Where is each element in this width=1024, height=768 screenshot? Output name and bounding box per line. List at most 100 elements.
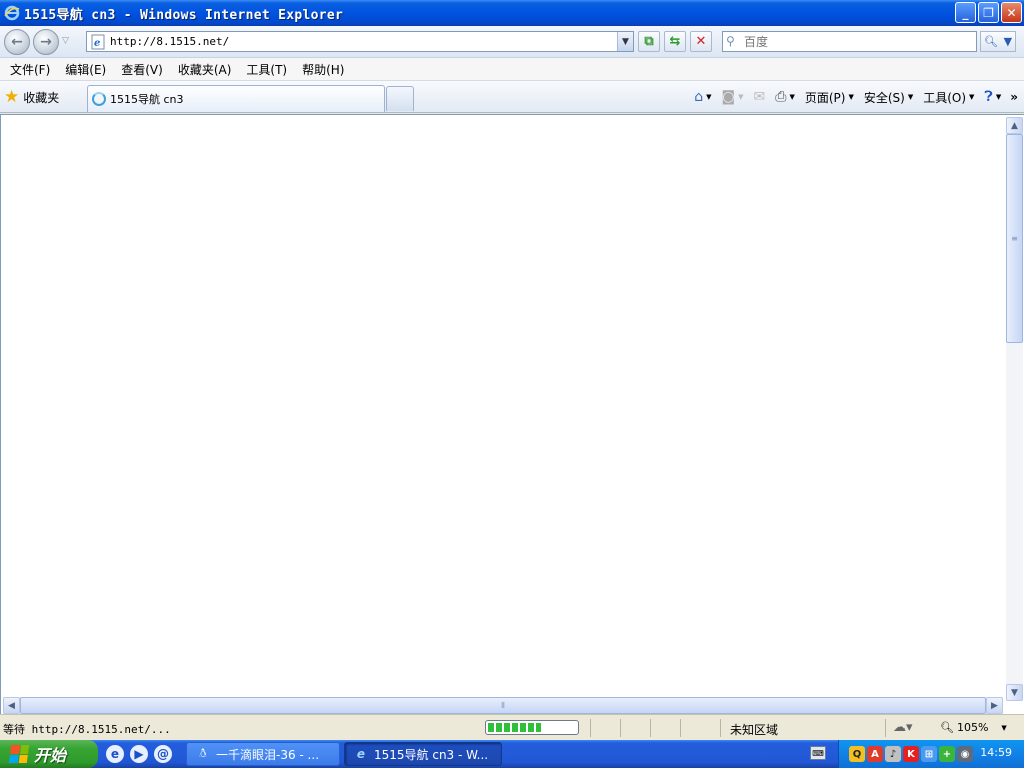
read-mail-button[interactable]: ✉	[751, 89, 769, 105]
print-dropdown-icon[interactable]: ▼	[789, 93, 794, 101]
page-menu-button[interactable]: 页面(P) ▼	[802, 89, 857, 106]
network-icon[interactable]: ⊞	[921, 746, 937, 762]
start-button[interactable]: 开始	[0, 740, 98, 768]
menu-favorites[interactable]: 收藏夹(A)	[178, 61, 232, 78]
status-bar: 等待 http://8.1515.net/... 未知区域 ☁▾ 🔍︎ 105%…	[0, 714, 1024, 740]
close-button[interactable]: ✕	[1001, 2, 1022, 23]
status-divider	[620, 719, 621, 737]
taskbar-item-chat[interactable]: 🐧︎ 一千滴眼泪-36 - ...	[186, 742, 340, 766]
zoom-dropdown-icon[interactable]: ▼	[1001, 724, 1006, 732]
security-shield-icon[interactable]: +	[939, 746, 955, 762]
address-dropdown-button[interactable]: ▼	[617, 32, 633, 51]
windows-flag-icon	[8, 745, 30, 763]
taskbar: 开始 e ▶ @ 🐧︎ 一千滴眼泪-36 - ... e 1515导航 cn3 …	[0, 740, 1024, 768]
qq-tray-icon[interactable]: Q	[849, 746, 865, 762]
page-menu-label: 页面(P)	[804, 90, 846, 105]
system-tray: Q A ♪ K ⊞ + ◉ 14:59	[838, 740, 1024, 768]
zoom-icon: 🔍︎	[940, 721, 954, 734]
update-icon[interactable]: ◉	[957, 746, 973, 762]
vertical-scroll-thumb[interactable]: ≡	[1006, 134, 1023, 343]
window-title: 1515导航 cn3 - Windows Internet Explorer	[24, 7, 344, 23]
home-dropdown-icon[interactable]: ▼	[706, 93, 711, 101]
forward-arrow-icon: →	[40, 34, 52, 50]
tools-menu-label: 工具(O)	[923, 90, 967, 105]
menu-edit[interactable]: 编辑(E)	[65, 61, 106, 78]
menu-tools[interactable]: 工具(T)	[246, 61, 287, 78]
new-tab-button[interactable]	[386, 86, 414, 111]
safety-menu-label: 安全(S)	[863, 90, 905, 105]
recent-pages-dropdown[interactable]: ▽	[62, 36, 72, 46]
window-title-bar[interactable]: 1515导航 cn3 - Windows Internet Explorer _…	[0, 0, 1024, 26]
chevron-down-icon: ▼	[907, 93, 914, 101]
svg-text:e: e	[94, 38, 100, 49]
ie-logo-icon: e	[356, 747, 366, 761]
chevron-down-icon: ▼	[969, 93, 975, 101]
quick-launch-media-icon[interactable]: ▶	[130, 745, 148, 763]
chevron-down-icon: ▼	[848, 93, 854, 101]
scroll-left-button[interactable]: ◀	[3, 697, 20, 714]
vertical-scrollbar[interactable]: ▲ ≡ ▼	[1006, 117, 1023, 701]
loading-progress-bar	[485, 720, 579, 735]
refresh-icon: ⇆	[669, 34, 681, 49]
quick-launch-ie-icon[interactable]: e	[106, 745, 124, 763]
page-icon: e	[91, 34, 105, 49]
tools-menu-button[interactable]: 工具(O) ▼	[920, 89, 977, 106]
status-divider	[680, 719, 681, 737]
scroll-up-button[interactable]: ▲	[1006, 117, 1023, 134]
compatibility-icon: ⧉	[644, 34, 654, 49]
horizontal-scrollbar[interactable]: ◀ ⦀ ▶	[3, 697, 1003, 714]
favorites-star-icon: ★	[4, 87, 20, 107]
feeds-button[interactable]: ◙ ▼	[719, 89, 747, 105]
address-url[interactable]: http://8.1515.net/	[110, 35, 617, 48]
stop-icon: ✕	[695, 34, 707, 49]
antivirus-icon[interactable]: K	[903, 746, 919, 762]
home-button[interactable]: ⌂ ▼	[691, 89, 714, 105]
forward-button[interactable]: →	[33, 29, 59, 55]
menu-file[interactable]: 文件(F)	[10, 61, 50, 78]
address-bar[interactable]: e http://8.1515.net/ ▼	[86, 31, 634, 52]
search-options-dropdown-icon[interactable]: ▼	[1004, 35, 1012, 48]
zoom-control[interactable]: 🔍︎ 105% ▼	[940, 721, 1007, 734]
app-tray-icon[interactable]: A	[867, 746, 883, 762]
browser-tab-active[interactable]: 1515导航 cn3	[87, 85, 385, 112]
refresh-button[interactable]: ⇆	[664, 31, 686, 52]
taskbar-item-label: 一千滴眼泪-36 - ...	[216, 747, 320, 762]
rss-feed-icon: ◙	[721, 89, 736, 105]
menu-view[interactable]: 查看(V)	[121, 61, 163, 78]
page-content-area[interactable]: ▲ ≡ ▼ ◀ ⦀ ▶	[0, 114, 1024, 714]
minimize-button[interactable]: _	[955, 2, 976, 23]
protected-mode-icon[interactable]: ☁▾	[893, 720, 913, 735]
menu-help[interactable]: 帮助(H)	[302, 61, 344, 78]
progress-fill	[488, 723, 541, 732]
keyboard-layout-icon[interactable]: ⌨	[810, 746, 826, 760]
print-button[interactable]: ⎙ ▼	[772, 89, 798, 105]
scroll-down-button[interactable]: ▼	[1006, 684, 1023, 701]
qq-icon: 🐧︎	[199, 746, 207, 760]
back-arrow-icon: ←	[11, 34, 23, 50]
status-divider	[650, 719, 651, 737]
quick-launch-app-icon[interactable]: @	[154, 745, 172, 763]
search-input[interactable]	[744, 34, 964, 49]
back-button[interactable]: ←	[4, 29, 30, 55]
status-divider	[885, 719, 886, 737]
taskbar-item-label: 1515导航 cn3 - W...	[374, 747, 489, 762]
volume-icon[interactable]: ♪	[885, 746, 901, 762]
horizontal-scroll-thumb[interactable]: ⦀	[20, 697, 986, 714]
scroll-right-button[interactable]: ▶	[986, 697, 1003, 714]
security-zone[interactable]: 未知区域	[730, 721, 778, 738]
safety-menu-button[interactable]: 安全(S) ▼	[861, 89, 916, 106]
search-box[interactable]: ⚲	[722, 31, 977, 52]
compatibility-view-button[interactable]: ⧉	[638, 31, 660, 52]
restore-button[interactable]: ❐	[978, 2, 999, 23]
taskbar-item-browser[interactable]: e 1515导航 cn3 - W...	[344, 742, 502, 766]
help-menu-button[interactable]: ❓︎ ▼	[981, 89, 1004, 105]
feeds-dropdown-icon[interactable]: ▼	[738, 93, 743, 101]
start-label: 开始	[34, 746, 67, 765]
clock[interactable]: 14:59	[980, 746, 1012, 759]
search-button[interactable]: 🔍︎ ▼	[980, 31, 1016, 52]
favorites-button[interactable]: ★ 收藏夹	[4, 86, 59, 108]
stop-button[interactable]: ✕	[690, 31, 712, 52]
more-commands-icon[interactable]: »	[1010, 90, 1018, 104]
search-provider-icon: ⚲	[726, 33, 735, 48]
favorites-tab-bar: ★ 收藏夹 1515导航 cn3 ⌂ ▼ ◙ ▼ ✉ ⎙ ▼ 页面(P) ▼ 安全(S)…	[0, 81, 1024, 113]
